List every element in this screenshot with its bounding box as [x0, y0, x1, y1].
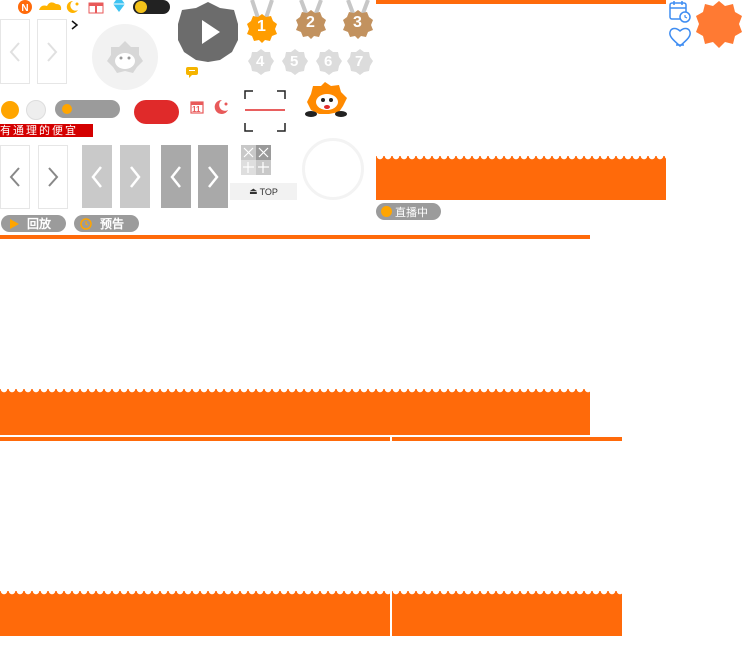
close-grid-icon[interactable] — [241, 145, 271, 175]
orange-banner-bottom-left — [0, 591, 390, 636]
live-dot-icon — [381, 206, 392, 217]
back-to-top-button[interactable]: ⏏ TOP — [230, 183, 297, 200]
replay-label: 回放 — [27, 217, 52, 231]
n-badge-icon: N — [18, 0, 32, 14]
chevron-right-icon — [208, 165, 219, 188]
orange-banner-large — [0, 389, 590, 435]
red-pill-button[interactable] — [134, 100, 179, 124]
orange-banner-right — [376, 156, 666, 200]
next-dark-button[interactable] — [198, 145, 228, 208]
gray-toggle[interactable] — [55, 100, 120, 118]
orange-badge-icon — [696, 1, 742, 48]
bronze-rank: 3 — [353, 14, 362, 31]
coin-toggle-icon[interactable] — [133, 0, 170, 14]
diamond-icon — [113, 0, 125, 12]
section-divider-1 — [0, 235, 590, 239]
prev-arrow-button-2[interactable] — [0, 145, 30, 209]
play-triangle-icon — [10, 218, 19, 229]
loading-ring-icon — [302, 138, 364, 200]
rank-badge-7: 7 — [346, 48, 374, 76]
prev-arrow-button[interactable] — [0, 19, 30, 84]
moon-badge-icon — [214, 99, 228, 114]
next-arrow-button[interactable] — [37, 19, 67, 84]
section-divider-right — [392, 437, 622, 441]
chevron-right-icon — [130, 165, 141, 188]
back-to-top-label: TOP — [259, 186, 278, 197]
radio-unselected-icon[interactable] — [26, 100, 46, 120]
calendar-day: 11 — [192, 105, 201, 114]
calendar-clock-icon[interactable] — [668, 0, 692, 24]
rank-badge-5: 5 — [281, 48, 309, 76]
message-icon[interactable] — [186, 67, 198, 78]
cloud-icon — [39, 2, 62, 11]
chevron-right-icon[interactable] — [71, 20, 79, 30]
next-arrow-button-2[interactable] — [38, 145, 68, 209]
silver-rank: 2 — [306, 14, 315, 31]
mascot-avatar-icon — [92, 24, 158, 90]
promo-banner: 有通理的便宜 — [0, 124, 93, 137]
radio-selected-icon[interactable] — [1, 101, 19, 119]
preview-label: 预告 — [100, 217, 125, 231]
heart-outline-icon[interactable] — [668, 26, 692, 48]
next-gray-button[interactable] — [120, 145, 150, 208]
moon-icon — [66, 0, 79, 13]
live-status-pill[interactable]: 直播中 — [376, 203, 441, 220]
promo-text: 有通理的便宜 — [0, 124, 78, 137]
chevron-right-icon — [48, 167, 59, 187]
clock-icon — [80, 217, 92, 230]
chevron-right-icon — [47, 41, 58, 62]
prev-gray-button[interactable] — [82, 145, 112, 208]
section-divider-left — [0, 437, 390, 441]
prev-dark-button[interactable] — [161, 145, 191, 208]
preview-pill[interactable]: 预告 — [74, 215, 139, 232]
toggle-knob-icon — [62, 104, 72, 114]
silver-medal: 2 — [293, 0, 329, 40]
gold-rank: 1 — [257, 18, 266, 35]
gold-medal: 1 — [244, 0, 280, 44]
gift-icon — [88, 2, 104, 14]
rank-badge-6: 6 — [315, 48, 343, 76]
play-icon[interactable] — [176, 0, 240, 64]
top-accent-bar — [376, 0, 666, 4]
live-label: 直播中 — [395, 206, 428, 219]
chevron-left-icon — [9, 167, 20, 187]
eject-icon: ⏏ — [249, 186, 258, 196]
orange-banner-bottom-right — [392, 591, 622, 636]
chevron-left-icon — [170, 165, 181, 188]
rank-badge-4: 4 — [247, 48, 275, 76]
replay-pill[interactable]: 回放 — [1, 215, 66, 232]
mascot-icon — [305, 82, 347, 117]
chevron-left-icon — [91, 165, 102, 188]
coin-icon — [135, 1, 147, 13]
svg-text:N: N — [21, 3, 28, 14]
chevron-left-icon — [9, 41, 20, 62]
scan-frame-icon — [244, 90, 286, 132]
bronze-medal: 3 — [340, 0, 376, 40]
